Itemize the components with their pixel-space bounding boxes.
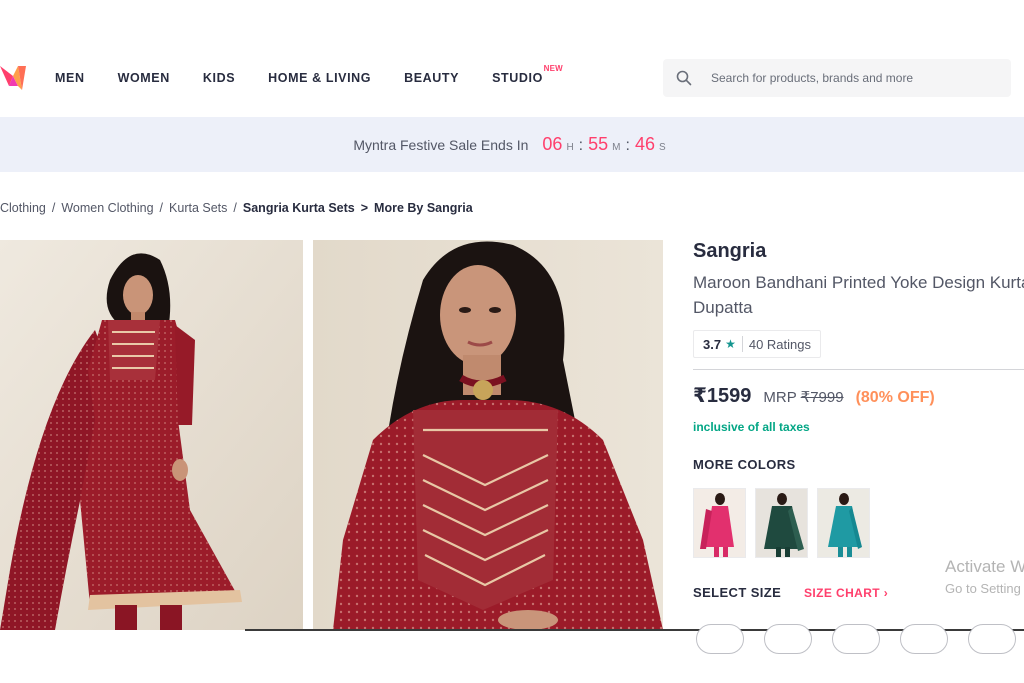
nav-women[interactable]: WOMEN [118,71,170,85]
timer-separator: : [578,137,584,154]
size-button[interactable] [968,624,1016,654]
size-chart-link[interactable]: SIZE CHART › [804,586,888,600]
color-swatch-dark-green[interactable] [755,488,808,558]
mrp-value: ₹7999 [800,389,844,406]
section-divider [693,369,1024,370]
more-colors-heading: MORE COLORS [693,457,796,472]
swatch-dark-green-image [764,493,804,557]
rating-count: 40 Ratings [748,336,811,352]
breadcrumb-women-clothing[interactable]: Women Clothing [61,201,153,215]
discount-label: (80% OFF) [855,389,935,406]
rating-badge[interactable]: 3.7 ★ 40 Ratings [693,330,821,358]
nav-studio[interactable]: STUDIO NEW [492,64,563,85]
size-button[interactable] [832,624,880,654]
product-photo-closeup [313,240,663,630]
timer-seconds-unit: S [658,142,666,153]
breadcrumb-arrow: > [360,201,369,215]
swatch-pink-image [700,493,734,557]
rating-value: 3.7 [703,336,722,352]
nav-beauty[interactable]: BEAUTY [404,71,459,85]
selling-price: ₹1599 [693,385,752,407]
breadcrumb-clothing[interactable]: Clothing [0,201,46,215]
color-swatch-teal[interactable] [817,488,870,558]
breadcrumb-separator: / [233,201,237,215]
breadcrumb-more-by-brand[interactable]: More By Sangria [374,201,473,215]
swatch-teal-image [828,493,862,557]
size-button[interactable] [900,624,948,654]
product-title-line-2: Dupatta [693,298,753,317]
breadcrumb-separator: / [159,201,164,215]
search-input[interactable]: Search for products, brands and more [711,71,913,85]
rating-divider [741,336,743,352]
price-row: ₹1599 MRP ₹7999 (80% OFF) [693,383,935,408]
mrp: MRP ₹7999 [763,388,843,406]
nav-kids[interactable]: KIDS [203,71,235,85]
sale-banner[interactable]: Myntra Festive Sale Ends In 06 H : 55 M … [0,117,1024,172]
activate-windows-subtitle: Go to Setting [945,581,1021,596]
main-nav: MEN WOMEN KIDS HOME & LIVING BEAUTY STUD… [55,64,576,85]
product-image-2[interactable] [313,240,663,630]
timer-minutes-unit: M [612,142,621,153]
breadcrumb-sangria-kurta-sets[interactable]: Sangria Kurta Sets [243,201,355,215]
size-chart-label: SIZE CHART [804,586,880,600]
product-title-line-1: Maroon Bandhani Printed Yoke Design Kurt… [693,273,1024,292]
timer-hours-unit: H [566,142,574,153]
product-brand[interactable]: Sangria [693,240,766,263]
nav-home-living[interactable]: HOME & LIVING [268,71,371,85]
select-size-heading: SELECT SIZE [693,585,782,600]
product-title: Maroon Bandhani Printed Yoke Design Kurt… [693,270,1024,320]
nav-studio-label: STUDIO [492,71,543,85]
product-image-1[interactable] [0,240,303,630]
activate-windows-watermark: Activate W [945,557,1024,576]
size-button[interactable] [696,624,744,654]
timer-seconds: 46 [634,134,655,154]
nav-men[interactable]: MEN [55,71,85,85]
myntra-logo-icon[interactable] [0,62,26,96]
breadcrumb: Clothing / Women Clothing / Kurta Sets /… [0,201,473,215]
color-swatch-pink[interactable] [693,488,746,558]
sale-banner-text: Myntra Festive Sale Ends In [353,137,529,153]
mrp-label: MRP [763,389,797,406]
star-icon: ★ [725,337,736,351]
chevron-right-icon: › [883,586,889,600]
top-header: MEN WOMEN KIDS HOME & LIVING BEAUTY STUD… [0,40,1024,116]
size-button[interactable] [764,624,812,654]
search-icon [676,70,692,86]
timer-hours: 06 [542,134,563,154]
breadcrumb-separator: / [51,201,56,215]
search-bar[interactable]: Search for products, brands and more [663,59,1011,97]
timer-separator: : [625,137,630,154]
timer-minutes: 55 [588,134,609,154]
tax-note: inclusive of all taxes [693,420,810,434]
product-photo-full-length [0,240,303,630]
breadcrumb-kurta-sets[interactable]: Kurta Sets [169,201,227,215]
new-badge: NEW [543,64,563,73]
